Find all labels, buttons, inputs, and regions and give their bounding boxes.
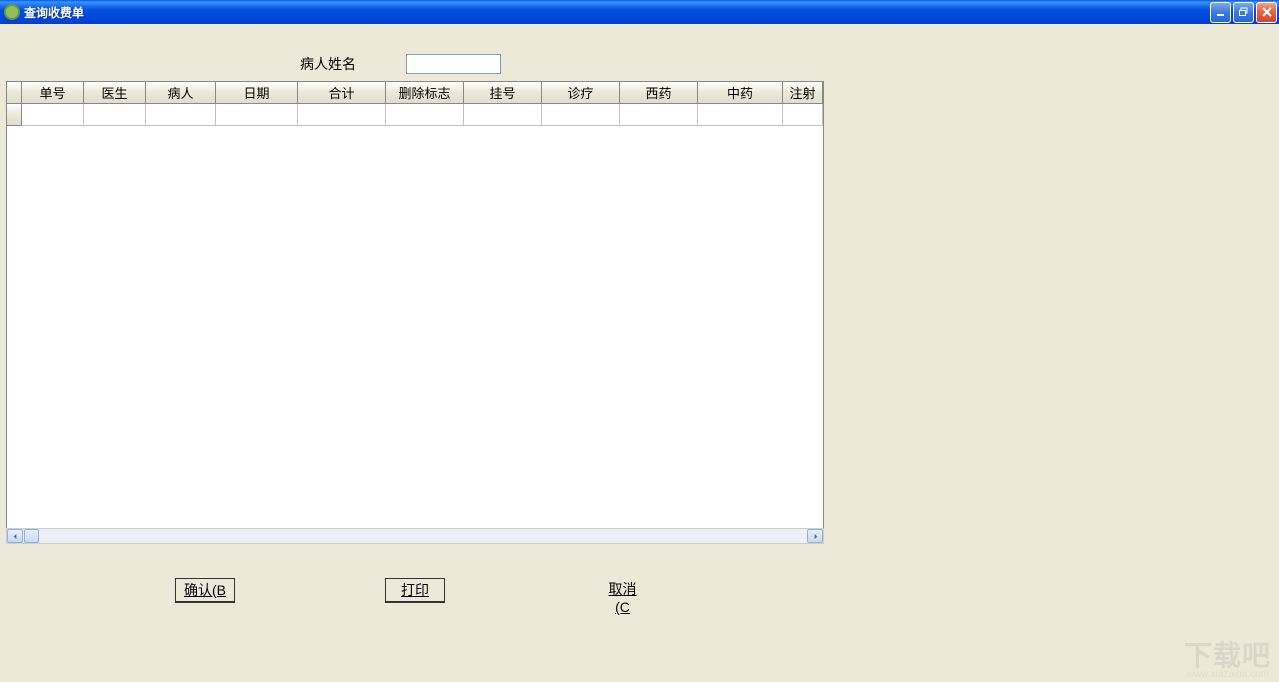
grid-cell[interactable]	[84, 104, 146, 126]
grid-cell[interactable]	[386, 104, 464, 126]
close-button[interactable]	[1256, 2, 1277, 23]
grid-header-order-no[interactable]: 单号	[22, 82, 84, 104]
scroll-right-button[interactable]	[807, 529, 823, 543]
grid-cell[interactable]	[620, 104, 698, 126]
grid-cell[interactable]	[22, 104, 84, 126]
minimize-button[interactable]	[1210, 2, 1231, 23]
titlebar: 查询收费单	[0, 0, 1279, 24]
table-row[interactable]	[7, 104, 823, 126]
grid-header-patient[interactable]: 病人	[146, 82, 216, 104]
grid-header-rowselect[interactable]	[7, 82, 22, 104]
grid-header-total[interactable]: 合计	[298, 82, 386, 104]
watermark-url: www.xiazaiba.com	[1187, 669, 1269, 680]
grid-header-row: 单号 医生 病人 日期 合计 删除标志 挂号 诊疗 西药 中药 注射	[7, 82, 823, 104]
horizontal-scrollbar[interactable]	[6, 528, 824, 544]
confirm-button[interactable]: 确认(B	[175, 578, 235, 603]
grid-cell[interactable]	[464, 104, 542, 126]
grid-cell[interactable]	[783, 104, 823, 126]
grid-header-date[interactable]: 日期	[216, 82, 298, 104]
patient-name-input[interactable]	[406, 54, 501, 74]
grid-header-delete-flag[interactable]: 删除标志	[386, 82, 464, 104]
grid-cell[interactable]	[698, 104, 783, 126]
app-icon	[4, 4, 20, 20]
data-grid[interactable]: 单号 医生 病人 日期 合计 删除标志 挂号 诊疗 西药 中药 注射	[6, 81, 824, 541]
scroll-left-button[interactable]	[7, 529, 23, 543]
restore-button[interactable]	[1233, 2, 1254, 23]
print-button[interactable]: 打印	[385, 578, 445, 603]
scroll-thumb[interactable]	[24, 529, 39, 543]
grid-row-header[interactable]	[7, 104, 22, 126]
grid-header-western-med[interactable]: 西药	[620, 82, 698, 104]
patient-name-label: 病人姓名	[300, 54, 356, 74]
watermark-logo: 下载吧	[1184, 634, 1271, 674]
grid-header-injection[interactable]: 注射	[783, 82, 823, 104]
search-row: 病人姓名	[300, 54, 501, 74]
grid-cell[interactable]	[216, 104, 298, 126]
cancel-button[interactable]: 取消(C	[595, 578, 650, 616]
grid-header-register[interactable]: 挂号	[464, 82, 542, 104]
grid-cell[interactable]	[146, 104, 216, 126]
content-area: 病人姓名 单号 医生 病人 日期 合计 删除标志 挂号 诊疗 西药 中药 注射	[0, 24, 1279, 682]
grid-header-doctor[interactable]: 医生	[84, 82, 146, 104]
window-title: 查询收费单	[24, 4, 1210, 21]
grid-header-treatment[interactable]: 诊疗	[542, 82, 620, 104]
window-controls	[1210, 2, 1277, 23]
grid-cell[interactable]	[298, 104, 386, 126]
grid-header-chinese-med[interactable]: 中药	[698, 82, 783, 104]
grid-cell[interactable]	[542, 104, 620, 126]
